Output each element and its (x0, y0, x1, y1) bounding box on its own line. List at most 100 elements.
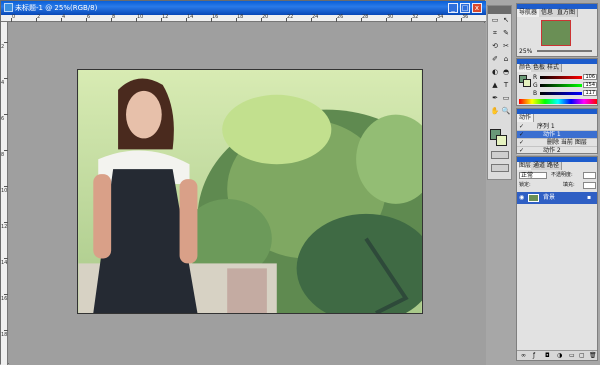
ruler-number: 16 (1, 296, 8, 302)
tool-button[interactable]: ▭ (490, 16, 500, 25)
ruler-number: 10 (1, 188, 8, 194)
screen-mode-button[interactable] (491, 164, 509, 172)
ruler-number: 14 (187, 14, 194, 20)
ruler-number: 18 (237, 14, 244, 20)
vertical-ruler[interactable]: 2 4 6 8 10 12 14 16 18 (1, 22, 8, 365)
tool-button[interactable]: ✋ (490, 107, 500, 116)
navigator-thumbnail[interactable] (541, 20, 571, 46)
checkmark-icon[interactable]: ✓ (519, 132, 524, 138)
background-color-swatch[interactable] (496, 135, 507, 146)
ruler-number: 34 (437, 14, 444, 20)
channel-b-value[interactable]: 117 (583, 90, 597, 96)
tool-button[interactable]: ✐ (490, 55, 500, 64)
channel-g-value[interactable]: 154 (583, 82, 597, 88)
layer-style-icon[interactable]: ƒ (533, 352, 535, 359)
checkmark-icon[interactable]: ✓ (519, 148, 524, 154)
action-set-label: 序列 1 (537, 123, 555, 130)
ruler-tick (4, 150, 8, 151)
tool-button[interactable]: ⌂ (501, 55, 511, 64)
toolbox-panel: ▭ ↖ ⌗ ✎ ⟲ ✂ ✐ ⌂ ◐ ◓ ▲ T ✒ ▭ ✋ 🔍 (487, 5, 512, 180)
tool-button[interactable]: ▲ (490, 81, 500, 90)
quick-mask-button[interactable] (491, 151, 509, 159)
new-layer-icon[interactable]: ▢ (579, 352, 585, 359)
eye-icon[interactable]: ◉ (519, 194, 524, 201)
ruler-tick (4, 222, 8, 223)
action-label: 动作 1 (543, 131, 561, 138)
tab-info[interactable]: 信息 (539, 9, 557, 17)
tool-button[interactable]: ↖ (501, 16, 511, 25)
channel-r-slider[interactable] (540, 76, 582, 79)
ruler-number: 22 (287, 14, 294, 20)
minimize-button[interactable]: _ (448, 3, 458, 13)
layers-panel-footer: ∞ ƒ ◘ ◑ ▭ ▢ 🗑 (517, 350, 597, 360)
girl-face (126, 90, 162, 139)
ruler-number: 20 (262, 14, 269, 20)
ruler-number: 12 (162, 14, 169, 20)
navigator-zoom[interactable]: 25% (519, 48, 532, 55)
ruler-number: 8 (112, 14, 116, 20)
girl-arm-left (93, 174, 112, 259)
tool-button[interactable]: ✒ (490, 94, 500, 103)
close-button[interactable]: x (472, 3, 482, 13)
tab-paths[interactable]: 路径 (545, 162, 563, 170)
ruler-number: 6 (1, 116, 5, 122)
tab-actions[interactable]: 动作 (517, 114, 535, 122)
ruler-number: 14 (1, 260, 8, 266)
layer-mask-icon[interactable]: ◘ (545, 352, 550, 359)
action-row[interactable]: ✓ 序列 1 (517, 123, 597, 131)
lock-icon: ▪ (587, 194, 592, 201)
checkmark-icon[interactable]: ✓ (519, 124, 524, 130)
action-row[interactable]: ✓ 动作 2 (517, 147, 597, 155)
ruler-number: 28 (362, 14, 369, 20)
color-spectrum-bar[interactable] (519, 99, 597, 104)
new-group-icon[interactable]: ▭ (569, 352, 575, 359)
ruler-number: 18 (1, 332, 8, 338)
document-titlebar[interactable]: 未标题-1 @ 25%(RGB/8) _ □ x (1, 1, 486, 15)
tool-button[interactable]: ✂ (501, 42, 511, 51)
actions-panel: 动作 ✓ 序列 1 ✓ 动作 1 ✓ 删除 当前 图层 ✓ 动作 2 (516, 108, 598, 155)
tool-button[interactable]: ⌗ (490, 29, 500, 38)
fill-input[interactable] (583, 182, 596, 189)
ruler-number: 30 (387, 14, 394, 20)
channel-b-slider[interactable] (540, 92, 582, 95)
toolbox-header[interactable] (488, 6, 511, 14)
action-row[interactable]: ✓ 删除 当前 图层 (517, 139, 597, 147)
tab-histogram[interactable]: 直方图 (555, 9, 579, 17)
trash-icon[interactable]: 🗑 (589, 352, 597, 359)
tool-button[interactable]: T (501, 81, 511, 90)
action-row-selected[interactable]: ✓ 动作 1 (517, 131, 597, 139)
color-bg-swatch[interactable] (523, 79, 531, 87)
tool-button[interactable]: ▭ (501, 94, 511, 103)
ruler-tick (4, 258, 8, 259)
tool-button[interactable]: ◓ (501, 68, 511, 77)
tool-button[interactable]: ◐ (490, 68, 500, 77)
ruler-number: 24 (312, 14, 319, 20)
tool-grid: ▭ ↖ ⌗ ✎ ⟲ ✂ ✐ ⌂ ◐ ◓ ▲ T ✒ ▭ ✋ 🔍 (489, 16, 511, 126)
channel-r-value[interactable]: 106 (583, 74, 597, 80)
tab-navigator[interactable]: 导航器 (517, 9, 541, 17)
ruler-number: 16 (212, 14, 219, 20)
link-layers-icon[interactable]: ∞ (521, 352, 526, 359)
navigator-zoom-slider[interactable] (537, 50, 592, 52)
channel-g-slider[interactable] (540, 84, 582, 87)
horizontal-ruler[interactable]: 0 2 4 6 8 10 12 14 16 18 20 22 24 26 28 30 32 34 36 (1, 14, 486, 22)
layer-row-background[interactable]: ◉ 背景 ▪ (517, 192, 597, 204)
blend-mode-select[interactable]: 正常 (519, 172, 547, 179)
ruler-number: 6 (87, 14, 91, 20)
checkmark-icon[interactable]: ✓ (519, 140, 524, 146)
document-window: 未标题-1 @ 25%(RGB/8) _ □ x 0 2 4 6 8 10 12 14 16 18… (0, 0, 486, 365)
artwork-canvas[interactable] (77, 69, 423, 314)
photoshop-document-icon (4, 3, 13, 12)
tool-button[interactable]: ✎ (501, 29, 511, 38)
maximize-button[interactable]: □ (460, 3, 470, 13)
opacity-input[interactable] (583, 172, 596, 179)
lock-label: 锁定: (519, 182, 531, 188)
fence-post (227, 268, 267, 313)
ruler-tick (4, 78, 8, 79)
tool-button[interactable]: 🔍 (501, 107, 511, 116)
ruler-number: 8 (1, 152, 5, 158)
tool-button[interactable]: ⟲ (490, 42, 500, 51)
adjustment-layer-icon[interactable]: ◑ (557, 352, 562, 359)
tab-styles[interactable]: 样式 (545, 64, 563, 72)
layer-name: 背景 (543, 194, 556, 201)
